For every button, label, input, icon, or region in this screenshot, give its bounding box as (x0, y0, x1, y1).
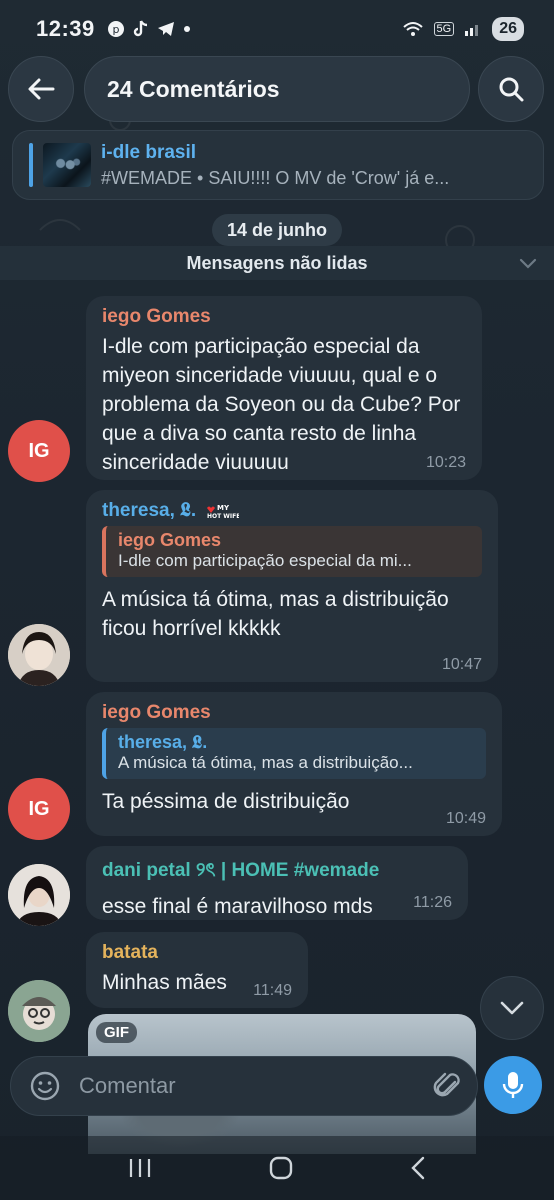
chevron-down-icon (500, 1001, 524, 1015)
telegram-icon (157, 22, 174, 36)
pinterest-icon: p (107, 21, 124, 37)
avatar[interactable]: IG (8, 420, 70, 482)
message-text: I-dle com participação especial da miyeo… (102, 335, 461, 474)
profile-photo (8, 624, 70, 686)
pinned-thumbnail (43, 143, 91, 187)
pinned-text: i-dle brasil #WEMADE • SAIU!!!! O MV de … (101, 142, 449, 189)
network-label: 5G (433, 22, 455, 36)
battery-indicator: 26 (492, 17, 524, 41)
svg-text:MY: MY (217, 504, 230, 512)
gif-badge: GIF (96, 1022, 137, 1043)
reply-text: A música tá ótima, mas a distribuição... (118, 753, 413, 772)
avatar-initials: IG (28, 439, 50, 462)
signal-icon (465, 25, 479, 36)
message-time: 11:49 (253, 982, 292, 999)
wifi-icon (402, 22, 423, 36)
my-hot-wife-emoji: MYHOT WIFE (207, 504, 239, 519)
attach-icon[interactable] (433, 1070, 463, 1102)
recent-apps-icon[interactable] (127, 1157, 153, 1179)
avatar[interactable]: IG (8, 778, 70, 840)
message-sender[interactable]: iego Gomes (102, 702, 486, 724)
status-time: 12:39 (36, 16, 95, 41)
message-bubble[interactable]: iego Gomes theresa, 𝕷. A música tá ótima… (86, 692, 502, 836)
scroll-to-bottom-button[interactable] (480, 976, 544, 1040)
page-title[interactable]: 24 Comentários (84, 56, 470, 122)
avatar[interactable] (8, 624, 70, 686)
message-sender[interactable]: dani petal ୨ৎ | HOME #wemade (102, 856, 452, 888)
message-time: 10:23 (425, 454, 466, 471)
message-bubble[interactable]: theresa, 𝕷. MY HOT WIFE iego Gomes I-dle … (86, 490, 498, 682)
status-bar: 12:39 p 5G 26 (0, 0, 554, 58)
comments-count-title: 24 Comentários (107, 75, 280, 102)
pinned-post[interactable]: i-dle brasil #WEMADE • SAIU!!!! O MV de … (12, 130, 544, 200)
reply-sender: theresa, 𝕷. (118, 732, 208, 752)
reply-text: I-dle com participação especial da mi... (118, 551, 412, 570)
avatar[interactable] (8, 980, 70, 1042)
voice-record-button[interactable] (484, 1056, 542, 1114)
message-time: 11:26 (413, 894, 452, 911)
search-button[interactable] (478, 56, 544, 122)
message-text: A música tá ótima, mas a distribuição fi… (102, 588, 449, 640)
arrow-left-icon (28, 78, 55, 100)
message-text: esse final é maravilhoso mds (102, 895, 373, 918)
svg-text:HOT WIFE: HOT WIFE (207, 513, 239, 519)
notification-icons: p (107, 20, 191, 38)
system-status: 5G 26 (402, 17, 524, 41)
tiktok-icon (133, 20, 147, 37)
system-navigation-bar (0, 1136, 554, 1200)
date-chip: 14 de junho (212, 214, 342, 246)
svg-text:p: p (112, 23, 119, 36)
avatar-initials: IG (28, 797, 50, 820)
profile-photo (8, 980, 70, 1042)
search-icon (499, 77, 524, 102)
unread-divider: Mensagens não lidas (0, 246, 554, 280)
pinned-accent-bar (29, 143, 33, 187)
message-sender[interactable]: theresa, 𝕷. MY HOT WIFE (102, 500, 482, 522)
pinned-channel-name: i-dle brasil (101, 141, 197, 163)
home-icon[interactable] (268, 1155, 294, 1181)
message-time: 10:47 (441, 656, 482, 673)
message-text: Ta péssima de distribuição (102, 790, 350, 813)
dot-icon (183, 26, 190, 32)
reply-quote[interactable]: theresa, 𝕷. A música tá ótima, mas a dis… (102, 728, 486, 779)
chat-header: 24 Comentários (0, 56, 554, 122)
message-bubble[interactable]: iego Gomes I-dle com participação especi… (86, 296, 482, 480)
microphone-icon (502, 1072, 524, 1098)
message-sender[interactable]: batata (102, 942, 292, 964)
comment-input-bar (10, 1056, 478, 1116)
profile-photo (8, 864, 70, 926)
message-bubble[interactable]: dani petal ୨ৎ | HOME #wemade esse final … (86, 846, 468, 920)
emoji-icon[interactable] (29, 1070, 61, 1102)
comment-input[interactable] (79, 1073, 433, 1099)
message-bubble[interactable]: batata Minhas mães 11:49 (86, 932, 308, 1008)
reply-quote[interactable]: iego Gomes I-dle com participação especi… (102, 526, 482, 577)
back-nav-icon[interactable] (409, 1156, 427, 1180)
reply-sender: iego Gomes (118, 530, 222, 550)
pinned-preview: #WEMADE • SAIU!!!! O MV de 'Crow' já e..… (101, 167, 450, 188)
sender-name: theresa, 𝕷. (102, 500, 197, 521)
message-sender[interactable]: iego Gomes (102, 306, 466, 328)
message-time: 10:49 (445, 810, 486, 827)
back-button[interactable] (8, 56, 74, 122)
avatar[interactable] (8, 864, 70, 926)
chevron-down-icon[interactable] (518, 254, 538, 272)
unread-label: Mensagens não lidas (186, 252, 368, 273)
